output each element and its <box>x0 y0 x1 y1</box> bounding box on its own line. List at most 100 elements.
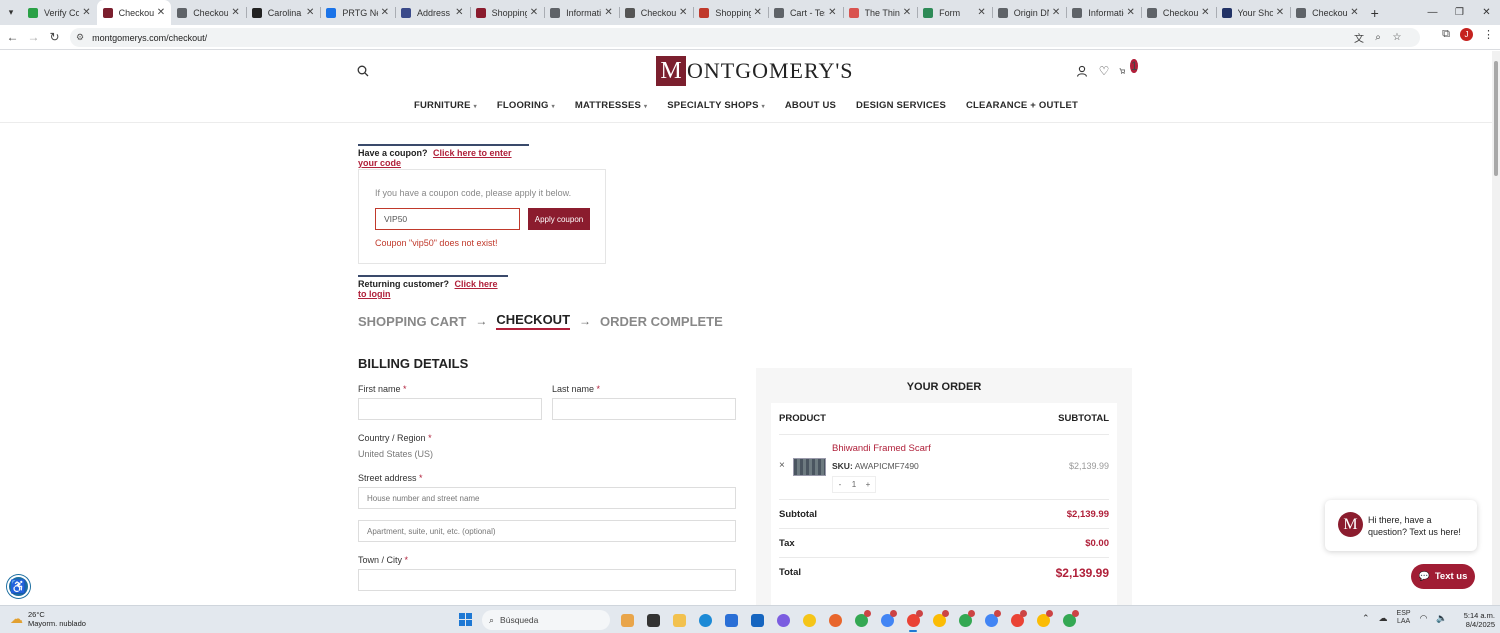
new-tab-button[interactable]: + <box>1365 5 1385 21</box>
browser-tab[interactable]: Informatio✕ <box>1066 0 1141 25</box>
menu-icon[interactable]: ⋮ <box>1483 28 1494 41</box>
close-tab-icon[interactable]: ✕ <box>1127 7 1135 18</box>
store-icon[interactable] <box>718 611 744 629</box>
system-clock[interactable]: 5:14 a.m. 8/4/2025 <box>1455 611 1495 629</box>
browser-tab[interactable]: Form ✕ <box>917 0 992 25</box>
close-tab-icon[interactable]: ✕ <box>604 7 612 18</box>
browser-tab[interactable]: Informatio✕ <box>544 0 619 25</box>
apply-coupon-button[interactable]: Apply coupon <box>528 208 590 230</box>
extensions-icon[interactable]: ⧉ <box>1442 28 1450 41</box>
nav-item-furniture[interactable]: FURNITURE ▾ <box>414 100 477 111</box>
browser-tab[interactable]: Carolina H✕ <box>245 0 321 25</box>
file-explorer-icon[interactable] <box>666 611 692 629</box>
product-name-link[interactable]: Bhiwandi Framed Scarf <box>832 443 931 454</box>
chrome-icon[interactable] <box>900 610 926 632</box>
coupon-code-input[interactable]: VIP50 <box>375 208 520 230</box>
taskbar-widget-app-icon[interactable] <box>614 611 640 629</box>
browser-tab[interactable]: Checkout ✕ <box>96 0 172 25</box>
browser-tab[interactable]: Shopping ✕ <box>469 0 545 25</box>
close-tab-icon[interactable]: ✕ <box>306 7 314 18</box>
windows-start-icon[interactable] <box>459 613 472 626</box>
url-field[interactable]: ⚙ montgomerys.com/checkout/ <box>70 28 1420 47</box>
wishlist-heart-icon[interactable]: ♡ <box>1097 64 1111 78</box>
nav-item-clearance-outlet[interactable]: CLEARANCE + OUTLET <box>966 100 1078 111</box>
browser-tab[interactable]: Verify Code✕ <box>22 0 97 25</box>
chrome-icon[interactable] <box>874 610 900 629</box>
qty-plus-button[interactable]: + <box>861 477 875 492</box>
nav-item-about-us[interactable]: ABOUT US <box>785 100 836 111</box>
account-icon[interactable] <box>1075 64 1089 78</box>
language-indicator[interactable]: ESP LAA <box>1397 610 1411 626</box>
back-icon[interactable]: ← <box>2 25 23 50</box>
profile-avatar[interactable]: J <box>1460 28 1473 41</box>
chrome-icon[interactable] <box>1030 610 1056 629</box>
browser-tab[interactable]: Your Shop✕ <box>1215 0 1291 25</box>
weather-widget[interactable]: ☁ 26°C Mayorm. nublado <box>10 610 86 628</box>
forward-icon[interactable]: → <box>23 25 44 50</box>
chrome-icon[interactable] <box>926 610 952 629</box>
browser-tab[interactable]: Cart - Test✕ <box>767 0 843 25</box>
close-window-icon[interactable]: ✕ <box>1473 0 1500 25</box>
onedrive-icon[interactable]: ☁ <box>1379 613 1388 624</box>
close-tab-icon[interactable]: ✕ <box>82 7 90 18</box>
street-address-field[interactable]: House number and street name <box>358 487 736 509</box>
close-tab-icon[interactable]: ✕ <box>530 7 538 18</box>
site-logo[interactable]: M ONTGOMERY'S <box>656 56 854 86</box>
close-tab-icon[interactable]: ✕ <box>381 7 389 18</box>
close-tab-icon[interactable]: ✕ <box>679 7 687 18</box>
close-tab-icon[interactable]: ✕ <box>1276 7 1284 18</box>
browser-tab[interactable]: Checkout ✕ <box>1290 0 1365 25</box>
town-city-field[interactable] <box>358 569 736 591</box>
minimize-icon[interactable]: — <box>1419 0 1446 25</box>
first-name-field[interactable] <box>358 398 542 420</box>
close-tab-icon[interactable]: ✕ <box>828 7 836 18</box>
firefox-icon[interactable] <box>822 611 848 629</box>
close-tab-icon[interactable]: ✕ <box>157 7 165 18</box>
browser-tab[interactable]: The Thing✕ <box>842 0 918 25</box>
close-tab-icon[interactable]: ✕ <box>903 7 911 18</box>
maximize-icon[interactable]: ❐ <box>1446 0 1473 25</box>
apartment-field[interactable]: Apartment, suite, unit, etc. (optional) <box>358 520 736 542</box>
tray-chevron-icon[interactable]: ⌃ <box>1362 613 1370 624</box>
chrome-icon[interactable] <box>952 610 978 629</box>
chrome-icon[interactable] <box>1056 610 1082 629</box>
scrollbar-thumb[interactable] <box>1494 61 1498 176</box>
browser-tab[interactable]: Address M✕ <box>394 0 470 25</box>
zoom-icon[interactable]: ⌕ <box>1371 28 1385 47</box>
chat-greeting-bubble[interactable]: M Hi there, have a question? Text us her… <box>1325 500 1477 551</box>
last-name-field[interactable] <box>552 398 736 420</box>
close-tab-icon[interactable]: ✕ <box>977 7 985 18</box>
volume-icon[interactable]: 🔈 <box>1436 613 1447 624</box>
chrome-icon[interactable] <box>978 610 1004 629</box>
wifi-icon[interactable]: ◠ <box>1420 613 1428 624</box>
close-tab-icon[interactable]: ✕ <box>1052 7 1060 18</box>
nav-item-design-services[interactable]: DESIGN SERVICES <box>856 100 946 111</box>
edge-icon[interactable] <box>692 611 718 629</box>
nav-item-specialty-shops[interactable]: SPECIALTY SHOPS ▾ <box>667 100 765 111</box>
close-tab-icon[interactable]: ✕ <box>455 7 463 18</box>
taskbar-search[interactable]: ⌕ Búsqueda <box>482 610 610 630</box>
chrome-icon[interactable] <box>1004 610 1030 629</box>
close-tab-icon[interactable]: ✕ <box>231 7 239 18</box>
step-shopping-cart[interactable]: SHOPPING CART <box>358 314 466 329</box>
bookmark-star-icon[interactable]: ☆ <box>1390 28 1404 47</box>
qty-value[interactable]: 1 <box>847 477 861 492</box>
browser-tab[interactable]: Checkout ✕ <box>171 0 246 25</box>
reload-icon[interactable]: ↻ <box>44 25 65 50</box>
browser-tab[interactable]: PRTG Netw ✕ <box>320 0 395 25</box>
product-thumbnail[interactable] <box>793 458 826 476</box>
outlook-icon[interactable] <box>744 611 770 629</box>
page-scrollbar[interactable] <box>1492 51 1500 605</box>
browser-tab[interactable]: Origin DN✕ <box>991 0 1067 25</box>
accessibility-icon[interactable]: ♿ <box>7 575 30 598</box>
task-view-icon[interactable] <box>640 611 666 629</box>
tab-search-icon[interactable]: ▾ <box>0 0 22 25</box>
browser-tab[interactable]: Checkout ✕ <box>618 0 694 25</box>
cart-icon[interactable]: 1 <box>1119 59 1138 78</box>
close-tab-icon[interactable]: ✕ <box>1350 7 1358 18</box>
browser-tab[interactable]: Checkout ✕ <box>1140 0 1216 25</box>
copilot-icon[interactable] <box>770 611 796 629</box>
norton-icon[interactable] <box>796 611 822 629</box>
browser-tab[interactable]: Shopping ✕ <box>693 0 768 25</box>
chrome-icon[interactable] <box>848 610 874 629</box>
